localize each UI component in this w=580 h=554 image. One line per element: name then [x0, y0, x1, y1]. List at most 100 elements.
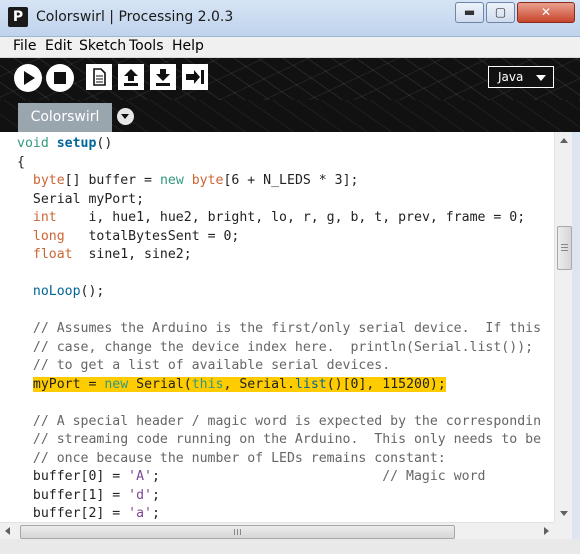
code-token: // streaming code running on the Arduino… — [17, 432, 542, 447]
highlighted-code-line: myPort = new Serial(this, Serial.list()[… — [17, 376, 446, 394]
code-token: ; — [151, 469, 383, 484]
scroll-up-arrow-icon[interactable] — [560, 138, 568, 143]
horizontal-scroll-thumb[interactable] — [20, 525, 455, 539]
code-line: buffer[1] = 'd'; — [17, 487, 160, 505]
code-token: int — [32, 210, 57, 225]
code-line: int i, hue1, hue2, bright, lo, r, g, b, … — [17, 209, 525, 227]
menu-sketch[interactable]: Sketch — [79, 38, 126, 54]
code-line: // once because the number of LEDs remai… — [17, 450, 446, 468]
code-token: byte — [191, 173, 224, 188]
scroll-right-arrow-icon[interactable] — [544, 527, 549, 535]
code-token: new — [159, 173, 184, 188]
grip-line — [237, 529, 238, 535]
horizontal-scrollbar[interactable] — [0, 522, 554, 540]
minimize-icon: ▬ — [463, 5, 476, 19]
code-token: ()[0], 115200); — [326, 376, 446, 392]
code-line: // to get a list of available serial dev… — [17, 357, 390, 375]
code-line: buffer[2] = 'a'; — [17, 505, 160, 522]
code-token: buffer[2] = — [17, 506, 129, 521]
tab-strip: Colorswirl — [0, 100, 580, 132]
close-button[interactable]: ✕ — [517, 2, 575, 23]
grip-line — [561, 244, 568, 245]
code-token: // to get a list of available serial dev… — [17, 358, 391, 373]
status-bar — [0, 539, 580, 554]
code-token: , Serial. — [223, 376, 295, 392]
export-icon — [186, 70, 204, 84]
run-button[interactable] — [14, 64, 42, 92]
toolbar: Java — [0, 58, 580, 100]
grip-line — [561, 247, 568, 248]
code-token: i, hue1, hue2, bright, lo, r, g, b, t, p… — [56, 210, 526, 225]
window-border — [572, 132, 580, 539]
scroll-down-arrow-icon[interactable] — [560, 511, 568, 516]
code-line: // Assumes the Arduino is the first/only… — [17, 320, 541, 338]
minimize-button[interactable]: ▬ — [455, 2, 484, 23]
new-button[interactable] — [86, 64, 112, 90]
mode-selector[interactable]: Java — [488, 66, 554, 88]
code-line: void setup() — [17, 135, 112, 153]
code-token: setup — [56, 136, 97, 151]
code-line: buffer[0] = 'A'; // Magic word — [17, 468, 486, 486]
code-token: 'a' — [128, 506, 152, 521]
scrollbar-corner — [554, 522, 572, 539]
code-line: long totalBytesSent = 0; — [17, 228, 239, 246]
code-token: // Magic word — [382, 469, 486, 484]
stop-button[interactable] — [46, 64, 74, 92]
code-token: [] buffer = — [64, 173, 160, 188]
new-icon — [93, 68, 106, 86]
code-token: buffer[1] = — [17, 487, 129, 503]
code-token: noLoop — [32, 284, 81, 299]
tab-colorswirl[interactable]: Colorswirl — [18, 103, 112, 132]
code-token: // case, change the device index here. p… — [17, 339, 534, 355]
vertical-scrollbar[interactable] — [554, 132, 573, 522]
title-bar: P Colorswirl | Processing 2.0.3 ▬ ▢ ✕ — [0, 0, 580, 37]
processing-app-icon: P — [8, 7, 28, 27]
code-token: ; — [151, 487, 160, 503]
open-icon — [124, 69, 138, 86]
code-token: [6 + N_LEDS * 3]; — [223, 173, 359, 188]
close-icon: ✕ — [540, 5, 552, 19]
run-icon — [24, 71, 35, 85]
code-token: Serial myPort; — [17, 191, 145, 207]
code-line: // streaming code running on the Arduino… — [17, 431, 541, 449]
save-icon — [156, 69, 170, 86]
code-editor[interactable]: void setup(){ byte[] buffer = new byte[6… — [0, 132, 554, 522]
code-token: Serial( — [128, 376, 192, 392]
menu-help[interactable]: Help — [172, 38, 204, 54]
open-button[interactable] — [118, 64, 144, 90]
code-token: // A special header / magic word is expe… — [17, 413, 542, 429]
code-line: Serial myPort; — [17, 191, 144, 209]
save-button[interactable] — [150, 64, 176, 90]
grip-line — [240, 529, 241, 535]
scroll-left-arrow-icon[interactable] — [5, 527, 10, 535]
export-button[interactable] — [182, 64, 208, 90]
menu-file[interactable]: File — [13, 38, 36, 54]
vertical-scroll-thumb[interactable] — [557, 226, 572, 270]
code-token: (); — [80, 284, 105, 299]
code-token: // Assumes the Arduino is the first/only… — [17, 321, 542, 336]
code-token: totalBytesSent = 0; — [64, 228, 240, 244]
menu-tools[interactable]: Tools — [129, 38, 164, 54]
code-token: () — [96, 136, 113, 151]
code-line: // A special header / magic word is expe… — [17, 413, 541, 431]
code-line: { — [17, 154, 25, 172]
menu-edit[interactable]: Edit — [45, 38, 72, 54]
code-token: buffer[0] = — [17, 469, 129, 484]
maximize-icon: ▢ — [494, 5, 507, 19]
code-token: ; — [151, 506, 160, 521]
code-token: 'd' — [128, 487, 152, 503]
maximize-button[interactable]: ▢ — [486, 2, 515, 23]
grip-line — [561, 250, 568, 251]
code-token: sine1, sine2; — [72, 247, 192, 262]
window-title: Colorswirl | Processing 2.0.3 — [36, 9, 234, 25]
code-token: byte — [32, 173, 65, 188]
stop-icon — [54, 72, 66, 84]
code-token: 'A' — [128, 469, 152, 484]
tab-menu-button[interactable] — [117, 108, 134, 125]
code-token: { — [17, 154, 25, 170]
